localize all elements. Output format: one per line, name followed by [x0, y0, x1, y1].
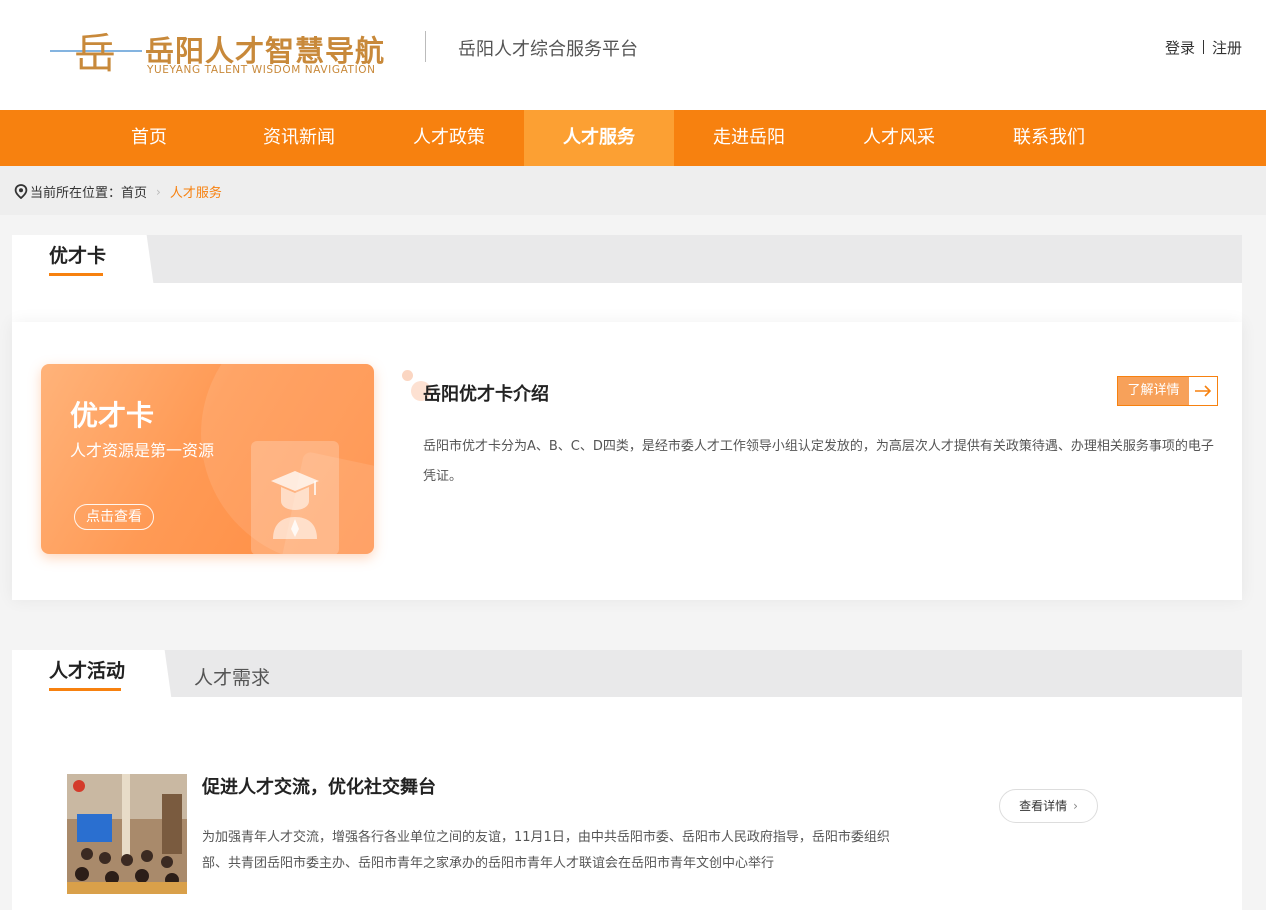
breadcrumb-current: 人才服务	[169, 186, 222, 201]
tab-active-underline	[49, 688, 121, 691]
intro-description: 岳阳市优才卡分为A、B、C、D四类，是经市委人才工作领导小组认定发放的，为高层次…	[423, 439, 1214, 484]
news-description: 为加强青年人才交流，增强各行各业单位之间的友谊，11月1日，由中共岳阳市委、岳阳…	[202, 830, 890, 871]
breadcrumb: 当前所在位置： 首页 › 人才服务	[0, 166, 1266, 215]
view-details-label: 查看详情	[1019, 799, 1068, 813]
login-link[interactable]: 登录	[1165, 39, 1195, 57]
logo-mark-text: 岳	[74, 29, 116, 78]
news-title[interactable]: 促进人才交流，优化社交舞台	[202, 773, 436, 799]
chevron-right-icon: ›	[1073, 799, 1078, 813]
tab-talent-activity[interactable]: 人才活动	[12, 650, 158, 698]
intro-title: 岳阳优才卡介绍	[423, 384, 549, 405]
tab-talent-card-label: 优才卡	[49, 245, 107, 267]
activity-tabbar: 人才活动 人才需求	[12, 650, 1242, 698]
news-thumbnail[interactable]	[67, 774, 187, 894]
card-slogan: 人才资源是第一资源	[70, 441, 215, 460]
id-card-graphic	[251, 441, 339, 554]
talent-card-tabbar: 优才卡	[12, 235, 1242, 283]
nav-item-talent-service[interactable]: 人才服务	[524, 110, 674, 166]
tab-talent-activity-label: 人才活动	[49, 660, 126, 682]
site-logo[interactable]: 岳 岳阳人才智慧导航 YUEYANG TALENT WISDOM NAVIGAT…	[50, 22, 395, 80]
card-view-button[interactable]: 点击查看	[74, 504, 154, 530]
breadcrumb-home[interactable]: 首页	[121, 182, 147, 201]
logo-subtitle: YUEYANG TALENT WISDOM NAVIGATION	[147, 64, 376, 76]
learn-more-button[interactable]: 了解详情	[1117, 376, 1218, 406]
section-spacer	[12, 283, 1242, 322]
register-link[interactable]: 注册	[1212, 39, 1242, 57]
logo-emblem-icon: 岳	[50, 29, 142, 78]
auth-links: 登录 注册	[1165, 37, 1242, 58]
nav-item-about-yueyang[interactable]: 走进岳阳	[674, 110, 824, 166]
nav-item-policy[interactable]: 人才政策	[374, 110, 524, 166]
platform-name: 岳阳人才综合服务平台	[458, 39, 638, 60]
main-nav: 首页 资讯新闻 人才政策 人才服务 走进岳阳 人才风采 联系我们	[0, 110, 1266, 166]
header-divider	[425, 31, 426, 62]
activity-list: 促进人才交流，优化社交舞台 为加强青年人才交流，增强各行各业单位之间的友谊，11…	[12, 697, 1242, 910]
graduate-avatar-icon	[271, 471, 319, 539]
nav-item-talent-showcase[interactable]: 人才风采	[824, 110, 974, 166]
tab-active-underline	[49, 273, 103, 276]
location-pin-icon	[14, 184, 28, 199]
event-photo-image	[67, 774, 187, 894]
view-details-button[interactable]: 查看详情 ›	[999, 789, 1098, 823]
nav-item-news[interactable]: 资讯新闻	[224, 110, 374, 166]
talent-card-panel: 优才卡 人才资源是第一资源 点击查看 岳阳优才卡介绍 了解详情 岳阳市优才卡分为…	[12, 322, 1242, 600]
decor-dot	[402, 370, 413, 381]
arrow-right-icon	[1189, 377, 1217, 405]
nav-item-home[interactable]: 首页	[74, 110, 224, 166]
auth-separator	[1202, 40, 1204, 54]
site-header: 岳 岳阳人才智慧导航 YUEYANG TALENT WISDOM NAVIGAT…	[0, 0, 1266, 110]
nav-item-contact[interactable]: 联系我们	[974, 110, 1124, 166]
tab-talent-demand[interactable]: 人才需求	[194, 663, 270, 690]
card-title: 优才卡	[70, 399, 155, 432]
breadcrumb-prefix: 当前所在位置：	[30, 186, 122, 201]
chevron-right-icon: ›	[156, 184, 161, 199]
talent-card-banner[interactable]: 优才卡 人才资源是第一资源 点击查看	[41, 364, 374, 554]
learn-more-label: 了解详情	[1118, 377, 1189, 405]
tab-talent-card[interactable]: 优才卡	[12, 235, 140, 283]
